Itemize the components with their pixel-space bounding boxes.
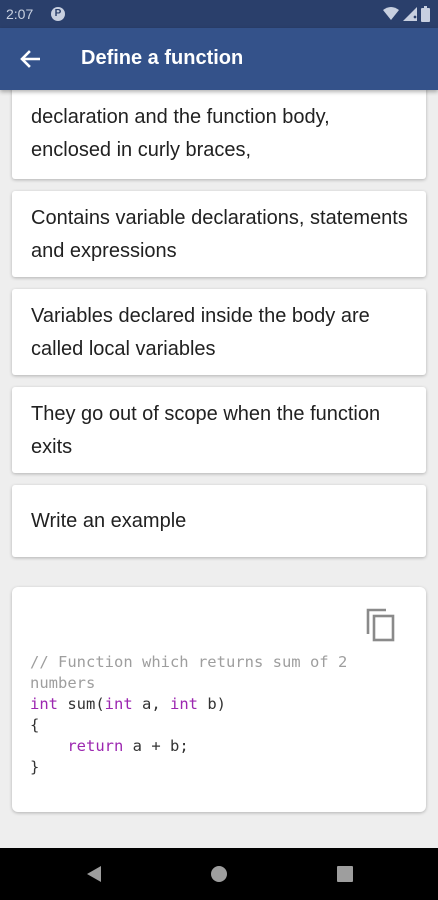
nav-home-button[interactable] <box>207 862 231 886</box>
back-triangle-icon <box>87 866 101 882</box>
code-text: b) <box>198 695 226 713</box>
status-bar: 2:07 P <box>0 0 438 28</box>
list-item[interactable]: A function definition consists of the de… <box>12 90 426 179</box>
code-card: // Function which returns sum of 2 numbe… <box>12 587 426 812</box>
list-item[interactable]: Contains variable declarations, statemen… <box>12 191 426 277</box>
code-comment: // Function which returns sum of 2 numbe… <box>30 653 357 692</box>
list-item[interactable]: Variables declared inside the body are c… <box>12 289 426 375</box>
code-text: } <box>30 758 40 776</box>
code-keyword: return <box>67 737 124 755</box>
nav-back-button[interactable] <box>82 862 106 886</box>
code-block: // Function which returns sum of 2 numbe… <box>30 652 416 778</box>
signal-icon <box>403 7 417 21</box>
status-time: 2:07 <box>6 6 34 22</box>
card-text: Variables declared inside the body are c… <box>31 305 370 360</box>
app-bar: Define a function <box>0 28 438 90</box>
code-text: sum( <box>58 695 105 713</box>
nav-recents-button[interactable] <box>333 862 357 886</box>
arrow-back-icon <box>20 50 40 68</box>
wifi-icon <box>383 7 399 20</box>
card-text: A function definition consists of the de… <box>31 90 338 161</box>
back-button[interactable] <box>14 43 46 75</box>
copy-icon <box>366 608 395 642</box>
battery-icon <box>421 6 430 22</box>
content-list[interactable]: A function definition consists of the de… <box>0 90 438 848</box>
card-text: Contains variable declarations, statemen… <box>31 207 408 262</box>
copy-button[interactable] <box>364 607 398 645</box>
list-item[interactable]: Write an example <box>12 485 426 557</box>
status-icons <box>383 5 430 23</box>
list-item[interactable]: They go out of scope when the function e… <box>12 387 426 473</box>
home-circle-icon <box>211 866 227 882</box>
code-text: { <box>30 716 40 734</box>
p-app-icon: P <box>51 7 65 21</box>
code-keyword: int <box>104 695 133 713</box>
card-text: Write an example <box>31 510 187 532</box>
code-text: a + b; <box>123 737 189 755</box>
code-text: a, <box>132 695 170 713</box>
code-keyword: int <box>30 695 58 713</box>
system-nav-bar <box>0 848 438 900</box>
card-text: They go out of scope when the function e… <box>31 403 381 458</box>
recents-square-icon <box>337 866 353 882</box>
code-keyword: int <box>170 695 198 713</box>
page-title: Define a function <box>81 47 244 69</box>
